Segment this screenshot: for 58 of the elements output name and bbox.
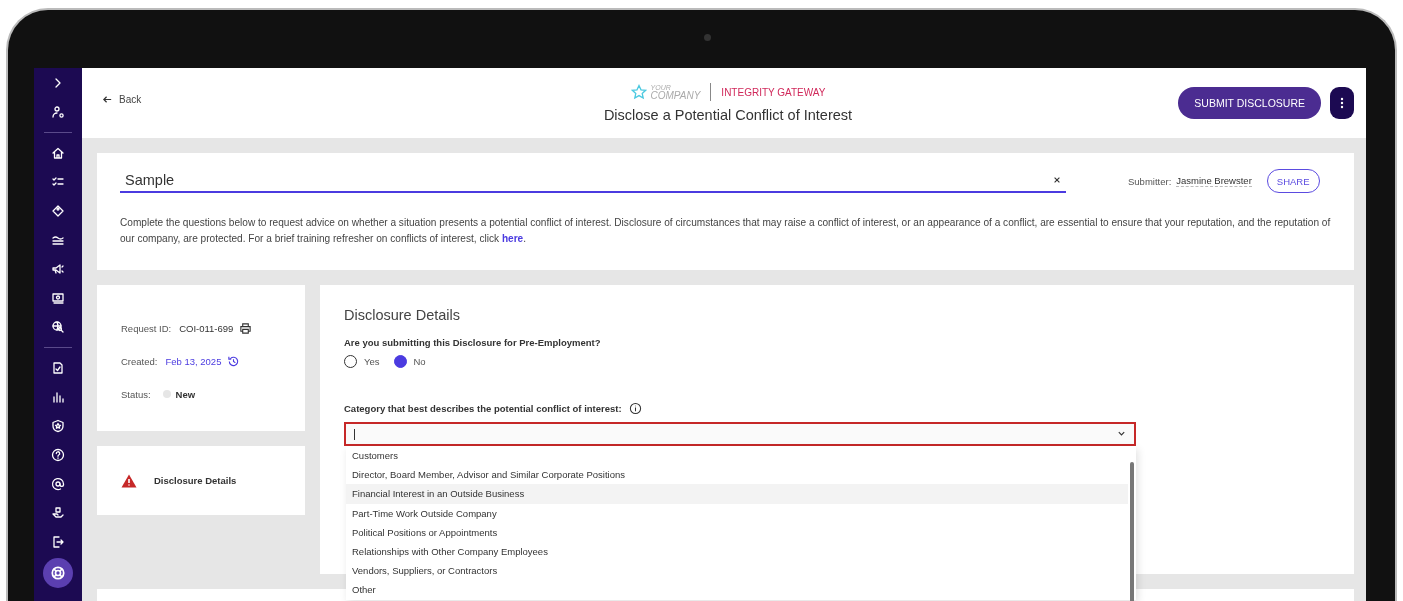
title-field[interactable]: Sample xyxy=(120,169,1066,193)
document-check-icon[interactable] xyxy=(51,361,65,375)
back-button[interactable]: Back xyxy=(102,93,142,105)
status-dot xyxy=(162,390,171,398)
submit-button[interactable]: SUBMIT DISCLOSURE xyxy=(1178,87,1321,119)
layers-icon[interactable] xyxy=(51,233,65,247)
radio-option[interactable]: Yes xyxy=(344,355,380,368)
form-heading: Disclosure Details xyxy=(344,307,462,323)
print-icon[interactable] xyxy=(239,321,253,335)
user-gear-icon[interactable] xyxy=(51,105,65,119)
history-icon[interactable] xyxy=(227,354,241,368)
dropdown-option[interactable]: Vendors, Suppliers, or Contractors xyxy=(346,561,1128,581)
product-name: INTEGRITY GATEWAY xyxy=(721,86,826,98)
tag-icon[interactable] xyxy=(51,204,65,218)
intro-text: Complete the questions below to request advice on whether a situation presents a potential conflict of interest. Disclosure of circumstances that may raise a conflict of interest, or an appearance of a conflict, are essential to ensure that your reputation, and the reputation of our company, are protected. For a brief training refresher on conflicts of interest, click here. xyxy=(120,216,1331,246)
dropdown-option[interactable]: Relationships with Other Company Employees xyxy=(346,541,1128,562)
chevron-down-icon xyxy=(1117,431,1126,437)
shield-star-icon[interactable] xyxy=(51,419,65,433)
dropdown-option[interactable]: Political Positions or Appointments xyxy=(346,522,1128,542)
category-label: Category that best describes the potential conflict of interest: xyxy=(344,403,622,414)
dropdown-option[interactable]: Customers xyxy=(346,446,1128,466)
dropdown-option[interactable]: Part-Time Work Outside Company xyxy=(346,503,1128,523)
globe-search-icon[interactable] xyxy=(51,320,65,334)
request-id: COI-011-699 xyxy=(179,322,234,334)
section-link[interactable]: Disclosure Details xyxy=(154,475,237,486)
star-logo-icon xyxy=(630,84,647,100)
info-label: Request ID: xyxy=(121,322,172,334)
more-vertical-icon xyxy=(1340,97,1344,109)
category-select[interactable] xyxy=(344,422,1136,446)
scrollbar[interactable] xyxy=(1130,462,1134,601)
created-date: Feb 13, 2025 xyxy=(165,355,222,367)
status-value: New xyxy=(175,388,196,400)
home-icon[interactable] xyxy=(51,146,65,160)
megaphone-icon[interactable] xyxy=(51,262,65,276)
help-icon[interactable] xyxy=(51,448,65,462)
share-button[interactable]: SHARE xyxy=(1266,169,1320,193)
lifebuoy-icon xyxy=(50,565,66,581)
camera-dot xyxy=(704,34,711,41)
dropdown-option[interactable]: Financial Interest in an Outside Business xyxy=(346,484,1128,504)
submitter-name[interactable]: Jasmine Brewster xyxy=(1176,175,1252,187)
submitter-label: Submitter: xyxy=(1128,175,1172,187)
dropdown-option[interactable]: Director, Board Member, Advisor and Similar Corporate Positions xyxy=(346,465,1128,485)
radio-option[interactable]: No xyxy=(393,355,426,368)
question-label: Are you submitting this Disclosure for Pre-Employment? xyxy=(344,337,602,348)
at-sign-icon[interactable] xyxy=(51,477,65,491)
info-label: Status: xyxy=(121,388,151,400)
info-label: Created: xyxy=(121,355,158,367)
money-icon[interactable] xyxy=(51,291,65,305)
more-options-button[interactable] xyxy=(1330,87,1354,119)
lifebuoy-button[interactable] xyxy=(43,558,73,588)
page-title: Disclose a Potential Conflict of Interest xyxy=(603,107,853,123)
info-icon[interactable] xyxy=(628,402,642,415)
clear-icon[interactable] xyxy=(1053,176,1061,184)
logo-wordmark: COMPANY xyxy=(650,90,701,101)
dropdown-option[interactable]: Other xyxy=(346,580,1128,600)
logout-icon[interactable] xyxy=(51,535,65,549)
hand-box-icon[interactable] xyxy=(51,506,65,520)
bar-chart-icon[interactable] xyxy=(51,390,65,404)
